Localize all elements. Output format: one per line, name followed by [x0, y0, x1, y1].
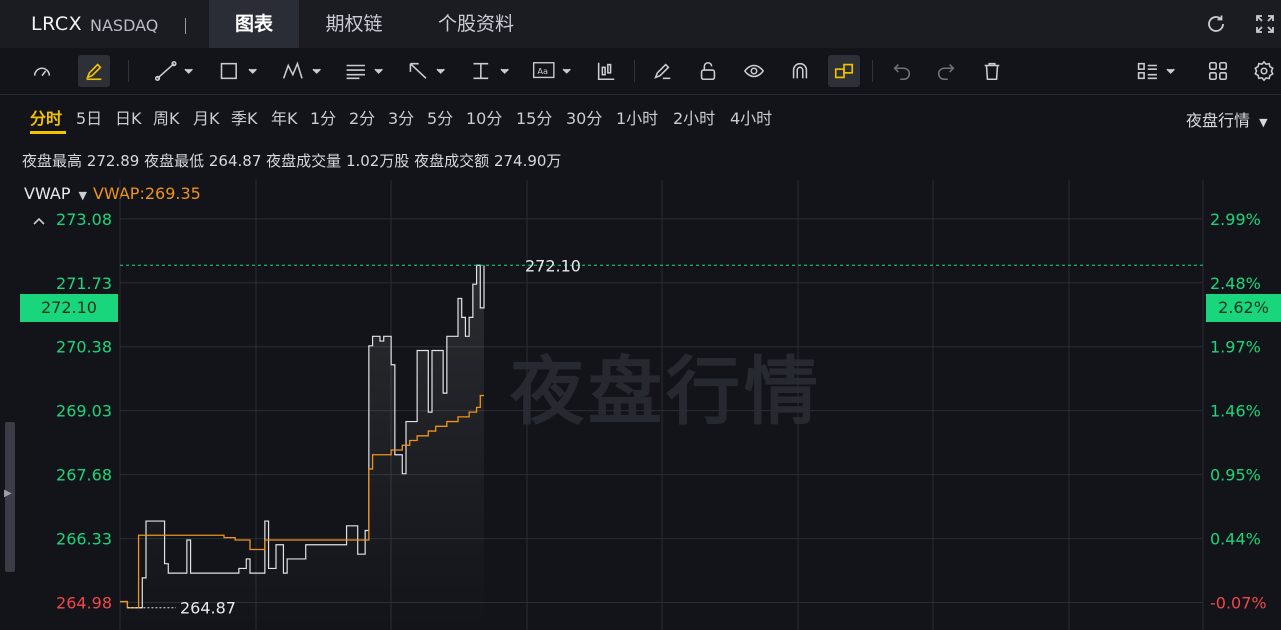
- eraser-icon[interactable]: [646, 55, 678, 87]
- session-dropdown[interactable]: 夜盘行情 ▼: [1186, 107, 1268, 131]
- stock-symbol: LRCX: [31, 13, 83, 35]
- price-tick-label: 271.73: [56, 274, 112, 293]
- fibonacci-icon[interactable]: [340, 55, 388, 87]
- text-icon[interactable]: Aa: [528, 55, 576, 87]
- price-tick-label: 264.98: [56, 594, 112, 613]
- price-chart[interactable]: 273.08 271.73 270.38 269.03 267.68 266.33 264.…: [0, 140, 1281, 630]
- price-area-fill: [120, 265, 484, 630]
- period-bar: 分时 5日 日K 周K 月K 季K 年K 1分 2分 3分 5分 10分 15分…: [0, 95, 1281, 139]
- price-tick-label: 266.33: [56, 530, 112, 549]
- price-axis: 273.08 271.73 270.38 269.03 267.68 266.33 264.…: [56, 210, 112, 613]
- measure-icon[interactable]: [466, 55, 514, 87]
- current-price-badge: 272.10: [20, 294, 118, 322]
- tab-chart[interactable]: 图表: [209, 0, 299, 48]
- redo-icon[interactable]: [930, 55, 962, 87]
- magnet-icon[interactable]: [784, 55, 816, 87]
- period-intraday[interactable]: 分时: [30, 105, 62, 129]
- tab-options-chain[interactable]: 期权链: [306, 0, 402, 48]
- top-header: LRCX NASDAQ 图表 期权链 个股资料: [0, 0, 1281, 48]
- period-daily[interactable]: 日K: [115, 105, 142, 129]
- period-monthly[interactable]: 月K: [193, 105, 220, 129]
- low-price-label: 264.87: [180, 599, 236, 618]
- undo-icon[interactable]: [886, 55, 918, 87]
- percent-tick-label: -0.07%: [1210, 594, 1267, 613]
- current-price-label: 272.10: [525, 256, 581, 275]
- tab-company-profile[interactable]: 个股资料: [418, 0, 534, 48]
- percent-axis: 2.99% 2.48% 1.97% 1.46% 0.95% 0.44% -0.07%: [1210, 210, 1267, 613]
- period-5min[interactable]: 5分: [427, 105, 453, 129]
- toolbar-divider: [634, 60, 635, 82]
- trendline-icon[interactable]: [150, 55, 198, 87]
- period-weekly[interactable]: 周K: [153, 105, 180, 129]
- period-yearly[interactable]: 年K: [271, 105, 298, 129]
- svg-text:Aa: Aa: [537, 66, 548, 76]
- percent-tick-label: 2.48%: [1210, 274, 1261, 293]
- percent-tick-label: 1.97%: [1210, 338, 1261, 357]
- pattern-icon[interactable]: [278, 55, 326, 87]
- speedometer-icon[interactable]: [26, 55, 58, 87]
- fullscreen-icon[interactable]: [1253, 12, 1277, 40]
- period-2min[interactable]: 2分: [349, 105, 375, 129]
- eye-icon[interactable]: [738, 55, 770, 87]
- price-tick-label: 270.38: [56, 338, 112, 357]
- grid-icon[interactable]: [1202, 55, 1234, 87]
- exchange-name: NASDAQ: [90, 16, 159, 35]
- refresh-icon[interactable]: [1204, 12, 1228, 40]
- arrow-icon[interactable]: [402, 55, 450, 87]
- period-5day[interactable]: 5日: [76, 105, 102, 129]
- session-dropdown-label: 夜盘行情: [1186, 111, 1251, 130]
- lock-icon[interactable]: [692, 55, 724, 87]
- period-2hour[interactable]: 2小时: [673, 105, 715, 129]
- percent-tick-label: 0.95%: [1210, 466, 1261, 485]
- price-tick-label: 267.68: [56, 466, 112, 485]
- period-1min[interactable]: 1分: [310, 105, 336, 129]
- link-icon[interactable]: [828, 55, 860, 87]
- active-period-indicator: [30, 131, 66, 134]
- price-tick-label: 269.03: [56, 402, 112, 421]
- candles-icon[interactable]: [590, 55, 622, 87]
- period-10min[interactable]: 10分: [466, 105, 502, 129]
- period-4hour[interactable]: 4小时: [730, 105, 772, 129]
- trash-icon[interactable]: [976, 55, 1008, 87]
- period-3min[interactable]: 3分: [388, 105, 414, 129]
- toolbar-divider: [872, 60, 873, 82]
- current-percent-badge: 2.62%: [1206, 294, 1281, 322]
- draw-pen-icon[interactable]: [78, 55, 110, 87]
- rectangle-icon[interactable]: [214, 55, 262, 87]
- expand-left-icon[interactable]: ▶: [4, 488, 12, 499]
- percent-tick-label: 1.46%: [1210, 402, 1261, 421]
- drawing-toolbar: Aa: [0, 48, 1281, 95]
- period-quarterly[interactable]: 季K: [231, 105, 258, 129]
- header-divider: [185, 18, 186, 34]
- toolbar-divider: [128, 60, 129, 82]
- chevron-down-icon: ▼: [1259, 116, 1268, 129]
- list-icon[interactable]: [1132, 55, 1180, 87]
- percent-tick-label: 0.44%: [1210, 530, 1261, 549]
- period-1hour[interactable]: 1小时: [616, 105, 658, 129]
- percent-tick-label: 2.99%: [1210, 210, 1261, 229]
- period-30min[interactable]: 30分: [566, 105, 602, 129]
- price-tick-label: 273.08: [56, 210, 112, 229]
- settings-icon[interactable]: [1248, 55, 1280, 87]
- period-15min[interactable]: 15分: [516, 105, 552, 129]
